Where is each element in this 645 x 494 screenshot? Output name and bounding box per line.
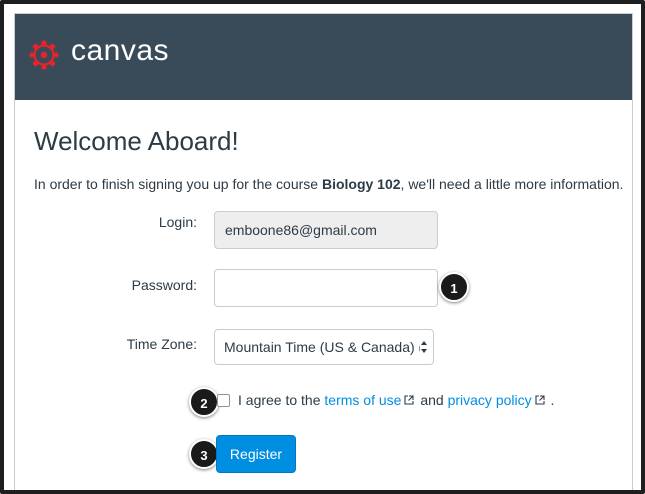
page-title: Welcome Aboard! (34, 126, 239, 156)
screenshot-frame: canvas Welcome Aboard! In order to finis… (0, 0, 645, 494)
terms-agreement-text: I agree to the terms of use and privacy … (238, 392, 554, 408)
external-link-icon (535, 395, 545, 405)
agree-suffix: . (546, 392, 555, 408)
callout-badge-2: 2 (189, 387, 219, 417)
callout-badge-1: 1 (439, 272, 469, 302)
password-input[interactable] (214, 269, 438, 307)
course-name: Biology 102 (321, 176, 401, 192)
login-field: emboone86@gmail.com (214, 211, 438, 249)
terms-checkbox[interactable] (217, 394, 230, 407)
canvas-logo-icon (29, 40, 59, 70)
timezone-selected-value: Mountain Time (US & Canada) (-07:00) (224, 339, 420, 355)
agree-prefix: I agree to the (238, 392, 325, 408)
agree-middle: and (416, 392, 448, 408)
login-label: Login: (158, 214, 197, 230)
register-button[interactable]: Register (216, 435, 296, 473)
intro-after: , we'll need a little more information. (400, 176, 624, 192)
intro-before: In order to finish signing you up for th… (34, 176, 322, 192)
intro-text: In order to finish signing you up for th… (34, 176, 623, 192)
select-arrows-icon (421, 341, 427, 353)
timezone-select[interactable]: Mountain Time (US & Canada) (-07:00) (214, 329, 434, 365)
external-link-icon (404, 395, 414, 405)
app-header: canvas (15, 14, 632, 100)
timezone-label: Time Zone: (126, 336, 197, 352)
privacy-policy-link[interactable]: privacy policy (448, 392, 532, 408)
page-container: canvas Welcome Aboard! In order to finis… (14, 13, 633, 490)
terms-of-use-link[interactable]: terms of use (324, 392, 401, 408)
password-label: Password: (131, 277, 197, 293)
callout-badge-3: 3 (189, 439, 219, 469)
brand-name: canvas (71, 34, 170, 67)
